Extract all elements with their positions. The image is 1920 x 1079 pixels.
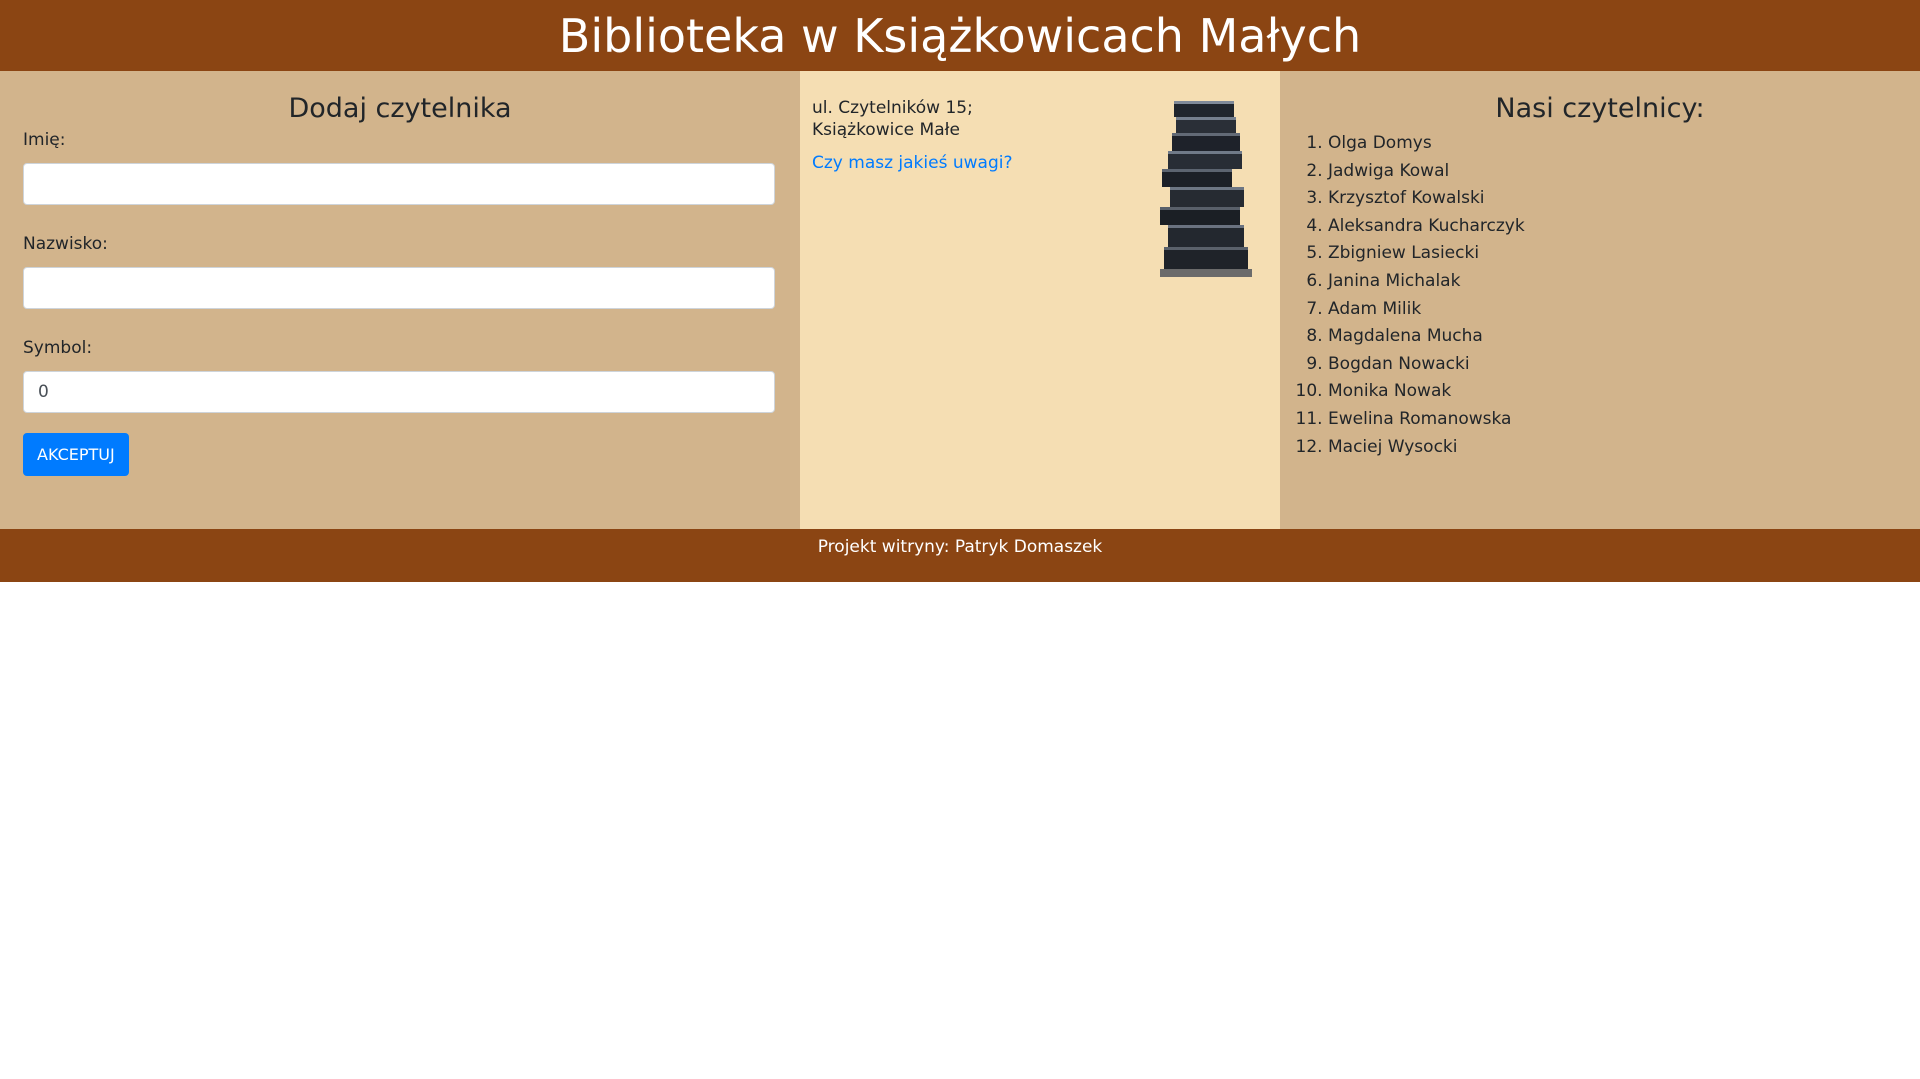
readers-heading: Nasi czytelnicy: xyxy=(1495,93,1705,124)
page-footer: Projekt witryny: Patryk Domaszek xyxy=(0,529,1920,582)
list-item: Monika Nowak xyxy=(1328,378,1908,406)
footer-credit: Projekt witryny: Patryk Domaszek xyxy=(817,537,1103,557)
list-item: Ewelina Romanowska xyxy=(1328,406,1908,434)
symbol-label: Symbol: xyxy=(23,338,93,358)
first-name-input[interactable] xyxy=(23,163,775,205)
library-info-panel: ul. Czytelników 15; Książkowice Małe Czy… xyxy=(800,71,1280,529)
list-item: Olga Domys xyxy=(1328,130,1908,158)
list-item: Janina Michalak xyxy=(1328,268,1908,296)
main-content: Dodaj czytelnika Imię: Nazwisko: Symbol:… xyxy=(0,71,1920,529)
list-item: Bogdan Nowacki xyxy=(1328,351,1908,379)
accept-button[interactable]: AKCEPTUJ xyxy=(23,433,129,476)
list-item: Magdalena Mucha xyxy=(1328,323,1908,351)
stack-of-books-icon xyxy=(1160,101,1252,277)
list-item: Adam Milik xyxy=(1328,296,1908,324)
add-reader-heading: Dodaj czytelnika xyxy=(288,93,512,124)
list-item: Krzysztof Kowalski xyxy=(1328,185,1908,213)
feedback-link[interactable]: Czy masz jakieś uwagi? xyxy=(812,153,1012,173)
last-name-label: Nazwisko: xyxy=(23,234,108,254)
list-item: Maciej Wysocki xyxy=(1328,434,1908,462)
list-item: Aleksandra Kucharczyk xyxy=(1328,213,1908,241)
readers-panel: Nasi czytelnicy: Olga Domys Jadwiga Kowa… xyxy=(1280,71,1920,529)
first-name-label: Imię: xyxy=(23,130,66,150)
last-name-input[interactable] xyxy=(23,267,775,309)
list-item: Jadwiga Kowal xyxy=(1328,158,1908,186)
page-banner: Biblioteka w Książkowicach Małych xyxy=(0,0,1920,71)
add-reader-panel: Dodaj czytelnika Imię: Nazwisko: Symbol:… xyxy=(0,71,800,529)
page-title: Biblioteka w Książkowicach Małych xyxy=(558,8,1362,63)
symbol-input[interactable] xyxy=(23,371,775,413)
readers-list: Olga Domys Jadwiga Kowal Krzysztof Kowal… xyxy=(1292,130,1908,461)
list-item: Zbigniew Lasiecki xyxy=(1328,240,1908,268)
